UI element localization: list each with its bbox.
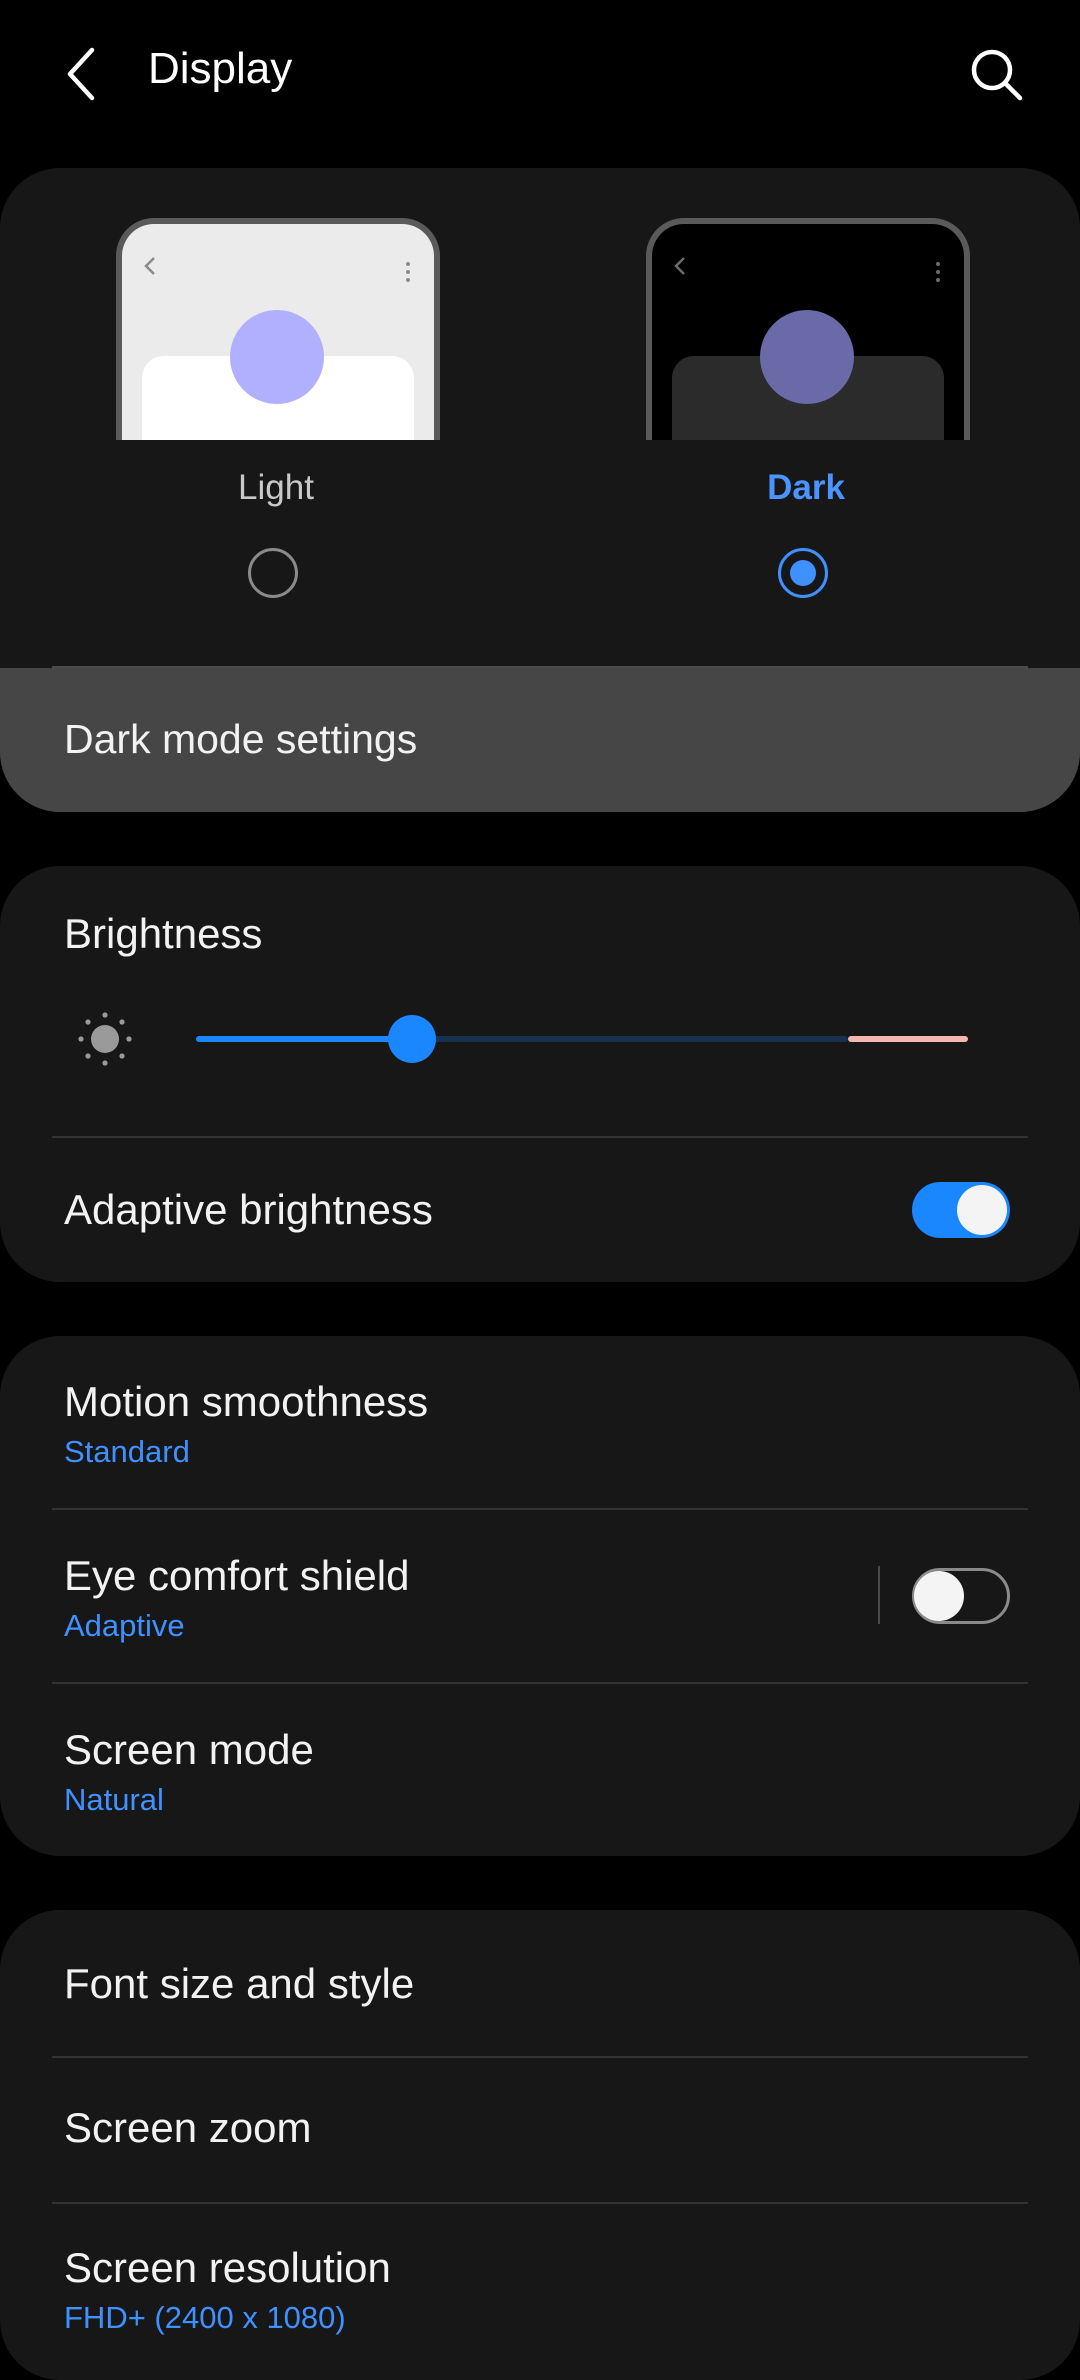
dark-mode-settings-row[interactable]: Dark mode settings — [0, 668, 1080, 812]
dark-mode-settings-label: Dark mode settings — [64, 716, 418, 762]
motion-smoothness-row[interactable]: Motion smoothness Standard — [0, 1336, 1080, 1508]
eye-comfort-shield-row[interactable]: Eye comfort shield Adaptive — [0, 1510, 1080, 1682]
light-preview-image — [116, 218, 440, 440]
radio-dark[interactable] — [778, 548, 828, 598]
adaptive-brightness-toggle[interactable] — [912, 1182, 1010, 1238]
screen-mode-value: Natural — [64, 1782, 164, 1817]
vertical-separator — [878, 1566, 880, 1624]
screen-zoom-row[interactable]: Screen zoom — [0, 2058, 1080, 2202]
display-options-card: Motion smoothness Standard Eye comfort s… — [0, 1336, 1080, 1856]
font-size-and-style-label: Font size and style — [64, 1960, 415, 2007]
theme-option-light[interactable]: Light — [116, 168, 440, 618]
sun-icon — [76, 1010, 134, 1068]
screen-resolution-value: FHD+ (2400 x 1080) — [64, 2300, 346, 2335]
screen-resolution-label: Screen resolution — [64, 2244, 391, 2291]
brightness-card: Brightness Adaptive brightness — [0, 866, 1080, 1282]
screen-zoom-label: Screen zoom — [64, 2104, 312, 2151]
eye-comfort-shield-value: Adaptive — [64, 1608, 185, 1643]
slider-warning-zone — [848, 1036, 968, 1042]
motion-smoothness-label: Motion smoothness — [64, 1378, 429, 1425]
screen-mode-label: Screen mode — [64, 1726, 314, 1773]
screen-mode-row[interactable]: Screen mode Natural — [0, 1684, 1080, 1856]
adaptive-brightness-row[interactable]: Adaptive brightness — [0, 1138, 1080, 1282]
back-arrow-icon[interactable] — [52, 38, 116, 110]
adaptive-brightness-label: Adaptive brightness — [64, 1186, 433, 1233]
theme-option-dark[interactable]: Dark — [646, 168, 970, 618]
top-app-bar: Display — [0, 0, 1080, 150]
slider-thumb[interactable] — [388, 1015, 436, 1063]
theme-label-dark: Dark — [767, 468, 845, 507]
slider-fill — [196, 1036, 412, 1042]
brightness-slider[interactable] — [196, 1014, 968, 1064]
eye-comfort-shield-label: Eye comfort shield — [64, 1552, 410, 1599]
font-size-and-style-row[interactable]: Font size and style — [0, 1910, 1080, 2054]
motion-smoothness-value: Standard — [64, 1434, 190, 1469]
text-and-resolution-card: Font size and style Screen zoom Screen r… — [0, 1910, 1080, 2380]
screen-resolution-row[interactable]: Screen resolution FHD+ (2400 x 1080) — [0, 2204, 1080, 2380]
search-icon[interactable] — [962, 40, 1032, 110]
dark-preview-image — [646, 218, 970, 440]
theme-label-light: Light — [238, 468, 314, 507]
theme-card: Light Dark Dark mode settings — [0, 168, 1080, 812]
page-title: Display — [148, 44, 293, 93]
eye-comfort-shield-toggle[interactable] — [912, 1568, 1010, 1624]
radio-light[interactable] — [248, 548, 298, 598]
brightness-title: Brightness — [64, 910, 263, 957]
